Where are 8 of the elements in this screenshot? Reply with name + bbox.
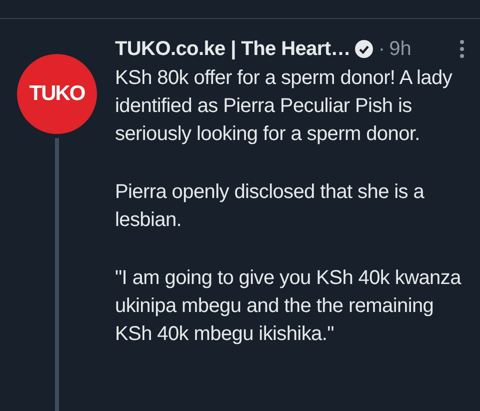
author-name[interactable]: TUKO.co.ke | The Heart…: [115, 38, 350, 60]
avatar-logo[interactable]: TUKO: [17, 54, 97, 134]
tweet-text: Pierra openly disclosed that she is a lesbian.: [115, 180, 426, 233]
tweet-text: "I am going to give you KSh 40k kwanza ukinipa mbegu and the the remaining KSh 40k mbegu ikishika.": [115, 266, 462, 347]
timestamp[interactable]: 9h: [389, 38, 412, 60]
tweet-text: KSh 80k offer for a sperm donor! A lady identified as Pierra Peculiar Pish is seriously looking for a sperm donor.: [115, 66, 454, 147]
more-options-icon[interactable]: [459, 39, 465, 59]
separator: ·: [378, 38, 386, 60]
